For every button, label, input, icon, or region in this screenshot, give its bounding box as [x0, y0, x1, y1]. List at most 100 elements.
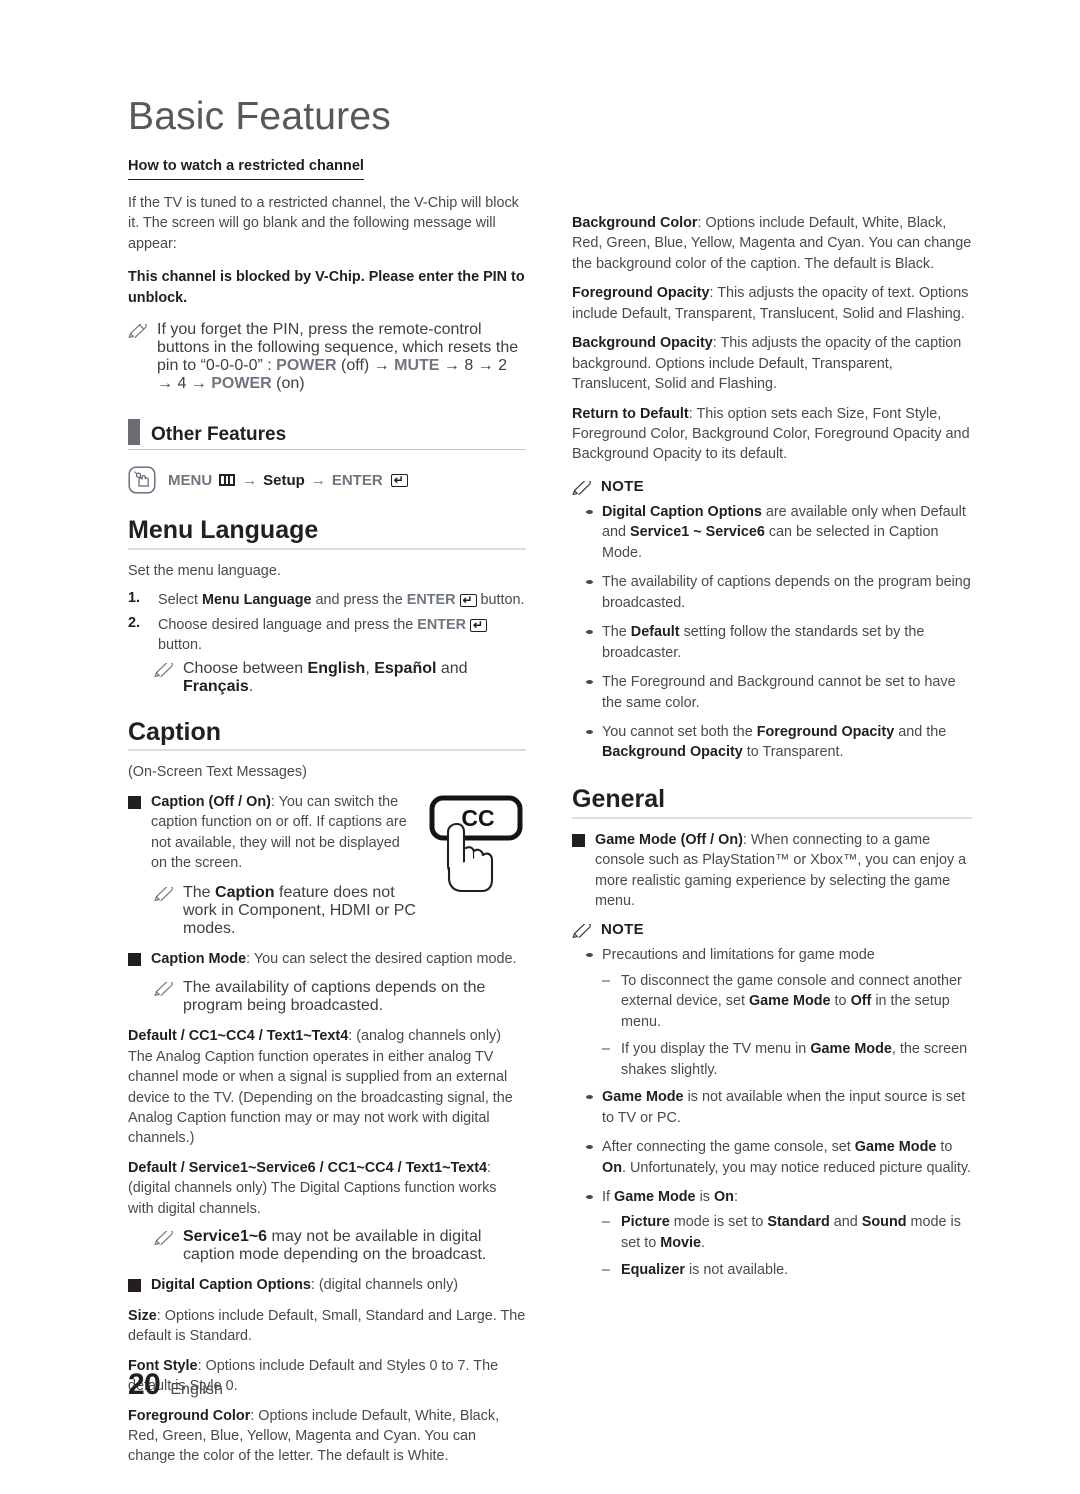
pencil-icon: [154, 1228, 174, 1264]
note-4-t3: to Transparent.: [742, 744, 844, 761]
step-1-enter: ENTER ↵: [407, 590, 477, 610]
background-opacity-option: Background Opacity: This adjusts the opa…: [572, 333, 972, 394]
background-color-option: Background Color: Options include Defaul…: [572, 213, 972, 274]
caption-note-pre: The: [183, 883, 216, 901]
power-on-label: POWER: [211, 375, 272, 393]
gnote-2-t2: is: [695, 1188, 714, 1205]
step-1-pre: Select: [158, 592, 202, 609]
note-0-b2: Service1 ~ Service6: [630, 524, 765, 541]
note-3-t1: The Foreground and Background cannot be …: [602, 674, 956, 711]
analog-caption-label: Default / CC1~CC4 / Text1~Text4: [128, 1028, 349, 1045]
caption-off-on-label: Caption (Off / On): [151, 793, 271, 810]
step-2: 2. Choose desired language and press the…: [128, 615, 526, 656]
analog-caption-desc: : (analog channels only) The Analog Capt…: [128, 1028, 513, 1147]
step-2-enter-label: ENTER: [417, 616, 466, 633]
left-column: How to watch a restricted channel If the…: [128, 157, 526, 1476]
blocked-message: This channel is blocked by V-Chip. Pleas…: [128, 267, 526, 308]
gnote-2-b2: Game Mode: [614, 1188, 696, 1205]
caption-note-bold: Caption: [215, 883, 275, 901]
caption-availability-note-body: The availability of captions depends on …: [183, 979, 486, 1015]
caption-note-list: Digital Caption Options are available on…: [586, 502, 972, 763]
page-language: English: [170, 1381, 223, 1398]
note-2-t1: The: [602, 624, 631, 641]
note-item-text: The Default setting follow the standards…: [602, 622, 972, 663]
enter-key-icon: ↵: [390, 473, 408, 487]
page-title: Basic Features: [128, 95, 391, 138]
sub-0-b2: Standard: [767, 1214, 830, 1231]
dot-bullet: [586, 953, 593, 958]
general-note-list: Precautions and limitations for game mod…: [586, 945, 972, 1280]
dash-item-text: Equalizer is not available.: [621, 1260, 972, 1280]
dash-bullet: –: [602, 1041, 611, 1058]
cc-button-illustration: CC: [426, 794, 526, 907]
menu-path-text: MENU → Setup → ENTER ↵: [168, 472, 408, 489]
step-1-enter-label: ENTER: [406, 592, 456, 609]
section-bar-marker: [128, 419, 140, 446]
pin-note-off: (off) →: [336, 357, 395, 375]
note-1-t1: The availability of captions depends on …: [602, 574, 971, 611]
digital-caption-label: Default / Service1~Service6 / CC1~CC4 / …: [128, 1159, 488, 1176]
caption-off-on-item: Caption (Off / On): You can switch the c…: [128, 792, 416, 874]
general-note-block: NOTE Precautions and limitations for gam…: [572, 921, 972, 1280]
step-2-number: 2.: [128, 614, 141, 631]
menu-grid-icon: [219, 474, 236, 487]
menu-language-intro: Set the menu language.: [128, 562, 281, 579]
page-number: 20: [128, 1368, 161, 1401]
step-1-mid: and press the: [311, 592, 407, 609]
size-label: Size: [128, 1307, 157, 1324]
caption-note-block: NOTE Digital Caption Options are availab…: [572, 478, 972, 763]
dash-item: – If you display the TV menu in Game Mod…: [602, 1039, 972, 1080]
path-arrow-2: →: [310, 471, 326, 489]
lang-francais: Français: [183, 677, 249, 695]
digital-caption-options-text: Digital Caption Options: (digital channe…: [151, 1275, 526, 1295]
dot-bullet: [586, 509, 593, 514]
note-item: Game Mode is not available when the inpu…: [586, 1087, 972, 1128]
dot-bullet: [586, 1095, 593, 1100]
note-item: The Default setting follow the standards…: [586, 622, 972, 663]
square-bullet: [128, 952, 141, 966]
game-mode-text: Game Mode (Off / On): When connecting to…: [595, 830, 972, 912]
service-note: Service1~6 may not be available in digit…: [128, 1228, 526, 1264]
digital-caption-paragraph: Default / Service1~Service6 / CC1~CC4 / …: [128, 1158, 526, 1219]
dash-1-t1: If you display the TV menu in: [621, 1041, 811, 1058]
digital-caption-options-desc: : (digital channels only): [310, 1277, 459, 1294]
enter-label: ENTER: [331, 471, 383, 489]
gnote-1-b2: Game Mode: [854, 1139, 937, 1156]
caption-mode-text: Caption Mode: You can select the desired…: [151, 949, 526, 969]
pencil-icon: [572, 921, 592, 939]
caption-heading: Caption: [128, 718, 526, 752]
dot-bullet: [586, 680, 593, 685]
gnote-1-b3: On: [602, 1159, 622, 1176]
caption-off-on-text: Caption (Off / On): You can switch the c…: [151, 792, 416, 874]
pin-reset-note-body: If you forget the PIN, press the remote-…: [157, 321, 526, 393]
sub-0-t4: .: [701, 1234, 705, 1251]
path-arrow-1: →: [242, 471, 258, 489]
step-1-post: button.: [476, 592, 525, 609]
lang-sep-2: and: [436, 659, 468, 677]
sub-1-t1: is not available.: [684, 1262, 789, 1279]
section-other-features: Other Features: [128, 419, 526, 451]
pin-note-on: (on): [271, 375, 305, 393]
dot-bullet: [586, 580, 593, 585]
game-mode-on-dash-list: – Picture mode is set to Standard and So…: [602, 1212, 972, 1280]
step-1-number: 1.: [128, 590, 141, 607]
hand-press-icon: [128, 466, 156, 494]
step-2-pre: Choose desired language and press the: [158, 616, 418, 633]
size-option: Size: Options include Default, Small, St…: [128, 1306, 526, 1347]
foreground-opacity-option: Foreground Opacity: This adjusts the opa…: [572, 283, 972, 324]
caption-availability-note: The availability of captions depends on …: [128, 979, 526, 1015]
note-item-text: Digital Caption Options are available on…: [602, 502, 972, 563]
menu-language-heading: Menu Language: [128, 516, 526, 550]
dash-item-text: Picture mode is set to Standard and Soun…: [621, 1212, 972, 1253]
note-item: After connecting the game console, set G…: [586, 1137, 972, 1178]
step-1-bold: Menu Language: [202, 592, 312, 609]
note-title: NOTE: [601, 477, 644, 495]
caption-mode-item: Caption Mode: You can select the desired…: [128, 949, 526, 969]
background-color-label: Background Color: [572, 214, 698, 231]
dot-bullet: [586, 630, 593, 635]
menu-language-steps: 1. Select Menu Language and press the EN…: [128, 590, 526, 655]
mute-label: MUTE: [394, 357, 440, 375]
note-item: Digital Caption Options are available on…: [586, 502, 972, 563]
pencil-icon: [128, 321, 148, 393]
gnote-1-t1: After connecting the game console, set: [602, 1139, 855, 1156]
